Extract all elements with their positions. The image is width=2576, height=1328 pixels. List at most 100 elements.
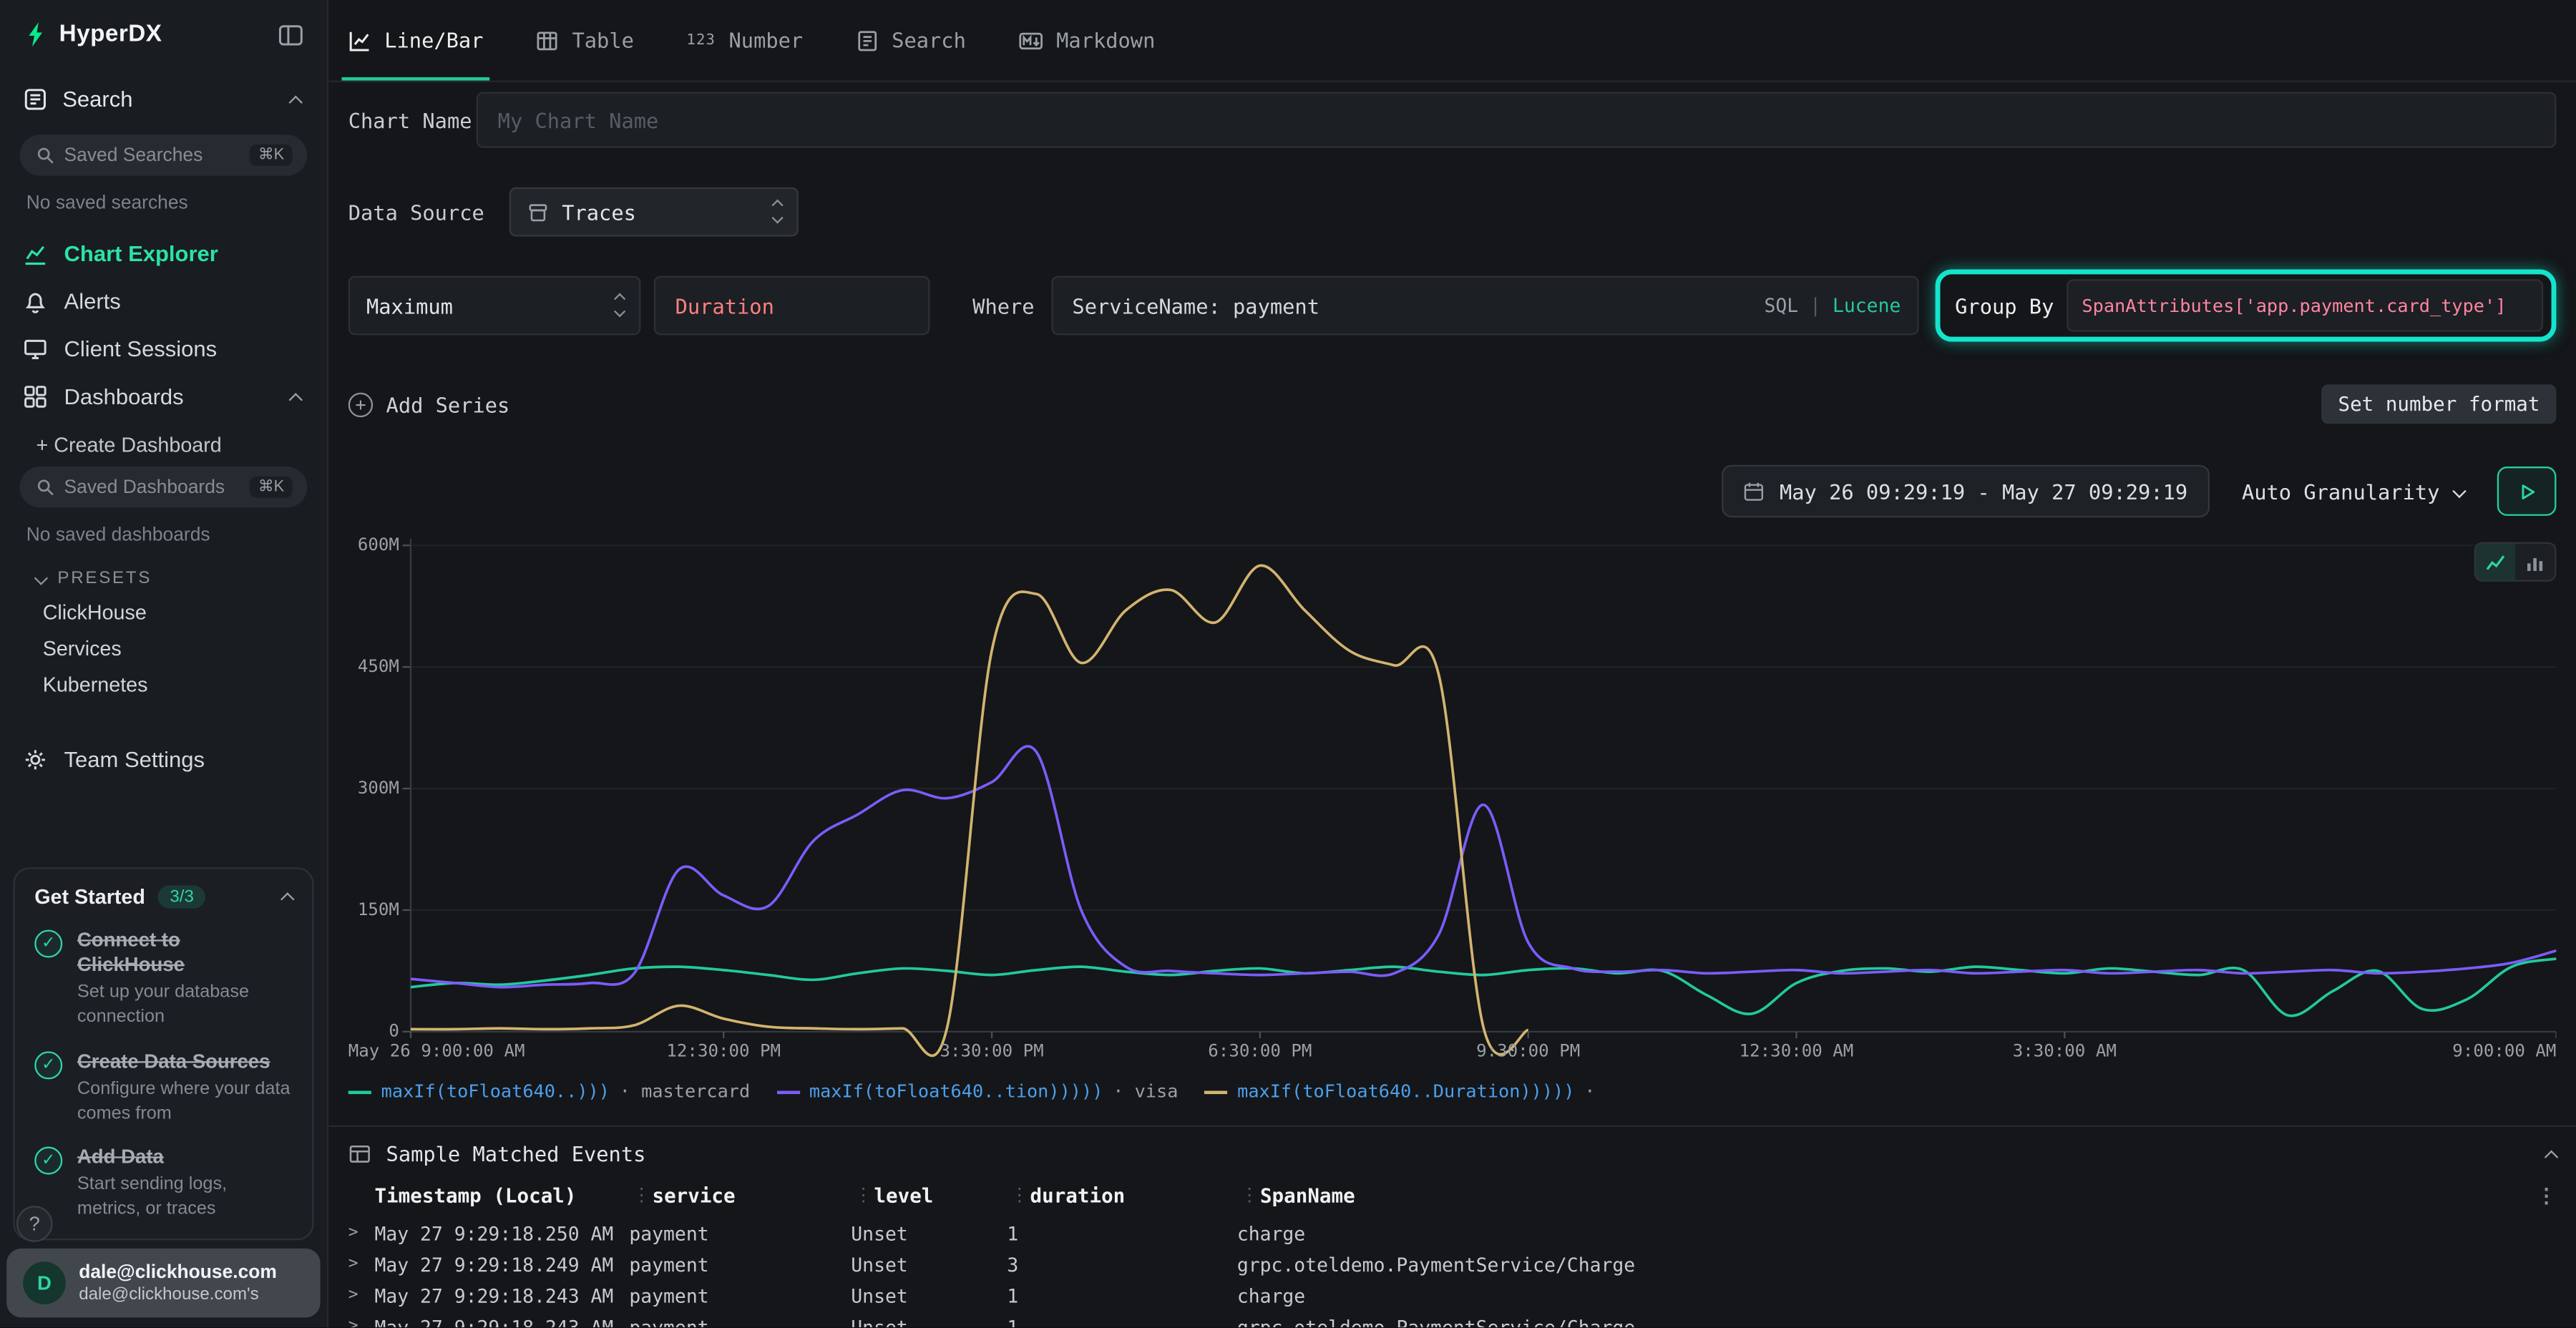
tab-markdown[interactable]: Markdown	[1018, 0, 1155, 80]
tab-table[interactable]: Table	[536, 0, 634, 80]
user-org: dale@clickhouse.com's	[79, 1284, 277, 1304]
run-query-button[interactable]	[2497, 467, 2557, 516]
check-circle-icon: ✓	[34, 1147, 62, 1175]
field-input[interactable]: Duration	[654, 276, 930, 336]
sidebar-item-dashboards[interactable]: Dashboards	[0, 373, 327, 421]
saved-searches-input[interactable]: Saved Searches ⌘K	[20, 135, 308, 175]
timeseries-chart-area[interactable]: 0150M300M450M600MMay 26 9:00:00 AM12:30:…	[348, 532, 2557, 1075]
column-header-col-ts[interactable]: Timestamp (Local)	[374, 1184, 629, 1207]
event-cell-col-lvl: Unset	[851, 1284, 1007, 1307]
data-source-label: Data Source	[348, 200, 509, 224]
sidebar-nav: Chart Explorer Alerts Client Sessions	[0, 230, 327, 420]
chart-style-toggle	[2474, 542, 2557, 582]
tab-search[interactable]: Search	[856, 0, 966, 80]
user-email: dale@clickhouse.com	[79, 1263, 277, 1283]
sidebar-item-client-sessions[interactable]: Client Sessions	[0, 326, 327, 374]
legend-item[interactable]: maxIf(toFloat640..Duration)))))·	[1204, 1081, 1595, 1103]
search-doc-icon	[856, 29, 879, 52]
event-cell-col-svc: payment	[629, 1221, 851, 1244]
chevron-up-icon	[289, 94, 303, 108]
preset-services[interactable]: Services	[43, 638, 327, 660]
traces-box-icon	[527, 201, 549, 223]
progress-badge: 3/3	[158, 885, 205, 908]
create-dashboard-button[interactable]: + Create Dashboard	[0, 421, 327, 457]
event-cell-col-lvl: Unset	[851, 1253, 1007, 1276]
row-expand-icon[interactable]: >	[348, 1224, 375, 1241]
bar-style-button[interactable]	[2515, 544, 2555, 580]
row-expand-icon[interactable]: >	[348, 1255, 375, 1273]
event-cell-col-svc: payment	[629, 1284, 851, 1307]
monitor-icon	[23, 337, 47, 361]
date-range-picker[interactable]: May 26 09:29:19 - May 27 09:29:19	[1722, 465, 2209, 517]
avatar: D	[23, 1262, 66, 1305]
chart-name-input[interactable]: My Chart Name	[477, 92, 2557, 148]
data-source-select[interactable]: Traces	[509, 187, 799, 237]
x-axis-label: 12:30:00 PM	[666, 1042, 781, 1062]
get-started-item[interactable]: ✓ Add Data Start sending logs, metrics, …	[34, 1146, 292, 1222]
markdown-icon	[1018, 29, 1043, 52]
search-section-icon	[23, 87, 47, 112]
granularity-select[interactable]: Auto Granularity	[2235, 479, 2471, 503]
brand-name: HyperDX	[59, 21, 162, 48]
add-series-button[interactable]: + Add Series	[348, 392, 510, 416]
row-expand-icon[interactable]: >	[348, 1317, 375, 1328]
check-circle-icon: ✓	[34, 929, 62, 957]
user-menu[interactable]: D dale@clickhouse.com dale@clickhouse.co…	[6, 1249, 321, 1318]
row-expand-icon[interactable]: >	[348, 1286, 375, 1304]
keyboard-shortcut-badge: ⌘K	[250, 145, 292, 166]
y-axis-label: 150M	[348, 900, 399, 920]
get-started-item[interactable]: ✓ Connect to ClickHouse Set up your data…	[34, 928, 292, 1030]
table-icon	[536, 29, 559, 52]
event-cell-col-lvl: Unset	[851, 1315, 1007, 1328]
set-number-format-button[interactable]: Set number format	[2322, 384, 2557, 424]
sidebar-collapse-button[interactable]	[278, 22, 304, 47]
query-language-toggle[interactable]: SQL | Lucene	[1764, 294, 1901, 317]
group-by-input[interactable]: SpanAttributes['app.payment.card_type']	[2067, 279, 2543, 331]
event-cell-col-dur: 1	[1007, 1284, 1236, 1307]
chart-explorer-main: Line/Bar Table 123 Number Search	[328, 0, 2576, 1328]
where-input[interactable]: ServiceName: payment SQL | Lucene	[1051, 276, 1919, 336]
chart-legend[interactable]: maxIf(toFloat640..)))· mastercard maxIf(t…	[348, 1081, 2557, 1103]
table-menu-icon[interactable]: ⋮	[2530, 1184, 2557, 1207]
event-cell-col-ts: May 27 9:29:18.243 AM	[374, 1284, 629, 1307]
preset-clickhouse[interactable]: ClickHouse	[43, 601, 327, 624]
sidebar: HyperDX Search Saved Searches ⌘K No save…	[0, 0, 328, 1328]
aggregation-select[interactable]: Maximum	[348, 276, 641, 336]
sample-matched-events-section: Sample Matched Events Timestamp (Local)s…	[328, 1126, 2576, 1328]
legend-group-label: ·	[1584, 1081, 1595, 1103]
sidebar-item-alerts[interactable]: Alerts	[0, 278, 327, 326]
line-style-button[interactable]	[2476, 544, 2515, 580]
collapse-section-icon[interactable]	[2545, 1149, 2558, 1163]
column-header-col-dur[interactable]: duration	[1007, 1184, 1236, 1207]
presets-section-toggle[interactable]: PRESETS	[36, 568, 327, 588]
hyperdx-logo-icon	[23, 21, 47, 48]
event-row[interactable]: >May 27 9:29:18.243 AMpaymentUnset1charg…	[328, 1280, 2576, 1312]
bar-chart-icon	[2525, 553, 2545, 571]
saved-dashboards-input[interactable]: Saved Dashboards ⌘K	[20, 467, 308, 507]
chart-line-icon	[23, 241, 47, 265]
sidebar-section-search[interactable]: Search	[0, 64, 327, 125]
tab-number[interactable]: 123 Number	[686, 0, 803, 80]
column-header-col-span[interactable]: SpanName	[1237, 1184, 2530, 1207]
chevron-up-icon	[280, 892, 294, 906]
legend-item[interactable]: maxIf(toFloat640..)))· mastercard	[348, 1081, 750, 1103]
get-started-header[interactable]: Get Started 3/3	[34, 885, 292, 908]
column-header-col-lvl[interactable]: level	[851, 1184, 1007, 1207]
event-row[interactable]: >May 27 9:29:18.249 AMpaymentUnset3grpc.…	[328, 1249, 2576, 1280]
expander-column	[348, 1184, 375, 1207]
event-row[interactable]: >May 27 9:29:18.243 AMpaymentUnset1grpc.…	[328, 1311, 2576, 1328]
x-axis-label: 3:30:00 AM	[2013, 1042, 2117, 1062]
event-row[interactable]: >May 27 9:29:18.250 AMpaymentUnset1charg…	[328, 1217, 2576, 1249]
sidebar-item-chart-explorer[interactable]: Chart Explorer	[0, 230, 327, 278]
events-title: Sample Matched Events	[386, 1142, 646, 1166]
sidebar-header: HyperDX	[0, 0, 327, 64]
legend-dash-icon	[776, 1090, 799, 1093]
tab-line-bar[interactable]: Line/Bar	[348, 0, 484, 80]
search-icon	[36, 478, 54, 496]
preset-kubernetes[interactable]: Kubernetes	[43, 673, 327, 696]
legend-item[interactable]: maxIf(toFloat640..tion)))))· visa	[776, 1081, 1178, 1103]
get-started-item[interactable]: ✓ Create Data Sources Configure where yo…	[34, 1049, 292, 1126]
sidebar-item-team-settings[interactable]: Team Settings	[0, 736, 327, 784]
column-header-col-svc[interactable]: service	[629, 1184, 851, 1207]
legend-dash-icon	[1204, 1090, 1227, 1093]
